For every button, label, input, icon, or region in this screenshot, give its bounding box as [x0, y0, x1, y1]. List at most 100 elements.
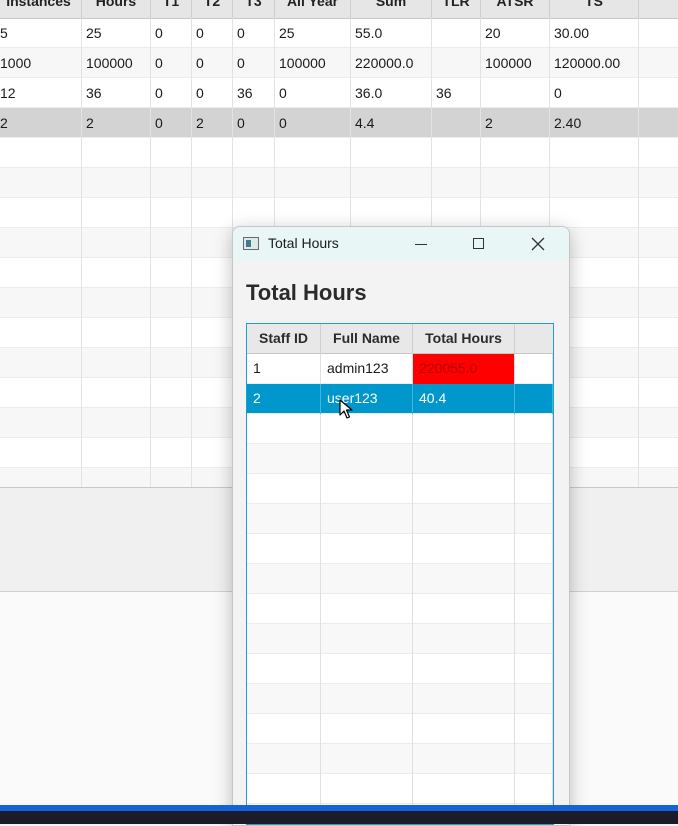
table-row[interactable]	[247, 654, 553, 684]
table-cell	[515, 384, 553, 414]
table-cell	[247, 474, 321, 504]
total-hours-table[interactable]: Staff ID Full Name Total Hours 1 admin123 22…	[246, 323, 554, 825]
table-cell: 0	[151, 48, 192, 78]
table-cell	[275, 168, 351, 198]
column-header[interactable]: Staff ID	[247, 324, 321, 354]
taskbar	[0, 811, 678, 824]
table-cell	[247, 624, 321, 654]
table-cell	[413, 444, 515, 474]
table-cell	[0, 168, 82, 198]
table-cell	[0, 228, 82, 258]
table-cell	[247, 564, 321, 594]
main-column-header[interactable]: TS	[550, 0, 639, 18]
table-row[interactable]	[0, 168, 678, 198]
table-cell	[192, 438, 233, 468]
table-row[interactable]: 5 25 0 0 0 25 55.0 20 30.00	[0, 18, 678, 48]
table-row[interactable]	[247, 444, 553, 474]
main-column-header[interactable]: Hours	[82, 0, 151, 18]
total-hours-dialog: Total Hours Total Hours Staff ID Full Nam…	[232, 226, 570, 826]
table-cell	[0, 258, 82, 288]
table-cell: 0	[233, 18, 275, 48]
table-row[interactable]	[0, 198, 678, 228]
table-cell	[432, 138, 481, 168]
table-cell	[481, 78, 550, 108]
table-cell	[321, 744, 413, 774]
minimize-button[interactable]	[399, 227, 443, 261]
table-row[interactable]	[247, 474, 553, 504]
table-cell: 40.4	[413, 384, 515, 414]
table-row[interactable]	[247, 564, 553, 594]
table-cell	[515, 354, 553, 384]
table-cell	[0, 318, 82, 348]
table-cell	[82, 408, 151, 438]
table-cell	[351, 168, 432, 198]
main-column-header[interactable]: ATSR	[481, 0, 550, 18]
table-cell	[481, 138, 550, 168]
table-cell: 36	[82, 78, 151, 108]
table-cell: 0	[151, 18, 192, 48]
table-row[interactable]: 1000 100000 0 0 0 100000 220000.0 100000 120000.…	[0, 48, 678, 78]
table-cell: 0	[233, 108, 275, 138]
close-button[interactable]	[516, 227, 560, 261]
column-header[interactable]: Full Name	[321, 324, 413, 354]
table-cell	[247, 414, 321, 444]
table-row[interactable]	[247, 504, 553, 534]
table-cell: 0	[275, 108, 351, 138]
table-cell	[413, 534, 515, 564]
table-row[interactable]	[247, 534, 553, 564]
main-column-header[interactable]: TLR	[432, 0, 481, 18]
table-cell: 30.00	[550, 18, 639, 48]
table-row[interactable]	[247, 624, 553, 654]
table-cell	[192, 468, 233, 488]
table-cell	[247, 594, 321, 624]
table-cell	[432, 48, 481, 78]
table-row[interactable]: 1 admin123 220055.0	[247, 354, 553, 384]
main-column-header[interactable]: T2	[192, 0, 233, 18]
table-cell	[550, 198, 639, 228]
table-cell	[413, 654, 515, 684]
table-cell	[151, 168, 192, 198]
table-cell	[82, 288, 151, 318]
table-cell	[151, 198, 192, 228]
table-cell: 0	[151, 78, 192, 108]
table-row[interactable]: 2 2 0 2 0 0 4.4 2 2.40	[0, 108, 678, 138]
main-column-header[interactable]: All Year	[275, 0, 351, 18]
table-cell	[515, 654, 553, 684]
table-cell: 2.40	[550, 108, 639, 138]
main-column-header[interactable]: Instances	[0, 0, 82, 18]
table-cell: 220055.0	[413, 354, 515, 384]
total-hours-table-header: Staff ID Full Name Total Hours	[247, 324, 553, 354]
table-cell	[321, 594, 413, 624]
table-row[interactable]	[247, 714, 553, 744]
main-column-header[interactable]: T3	[233, 0, 275, 18]
table-row[interactable]: 12 36 0 0 36 0 36.0 36 0	[0, 78, 678, 108]
table-cell	[233, 168, 275, 198]
table-cell	[192, 408, 233, 438]
table-row[interactable]	[0, 138, 678, 168]
table-row[interactable]: 2 user123 40.4	[247, 384, 553, 414]
table-cell	[515, 504, 553, 534]
table-cell	[515, 744, 553, 774]
table-row[interactable]	[247, 774, 553, 804]
main-column-header[interactable]: Sum	[351, 0, 432, 18]
table-cell	[82, 438, 151, 468]
column-header[interactable]: Total Hours	[413, 324, 515, 354]
mouse-cursor-icon	[339, 399, 353, 419]
table-cell	[515, 414, 553, 444]
table-row[interactable]	[247, 684, 553, 714]
table-cell	[515, 684, 553, 714]
table-row[interactable]	[247, 594, 553, 624]
table-cell	[321, 474, 413, 504]
table-cell: 2	[0, 108, 82, 138]
dialog-title-bar[interactable]: Total Hours	[233, 227, 569, 261]
table-cell	[432, 168, 481, 198]
table-cell: 55.0	[351, 18, 432, 48]
table-row[interactable]	[247, 414, 553, 444]
main-column-header[interactable]: T1	[151, 0, 192, 18]
table-cell: 20	[481, 18, 550, 48]
table-cell	[413, 594, 515, 624]
maximize-button[interactable]	[457, 227, 501, 261]
table-cell	[321, 774, 413, 804]
table-cell: 12	[0, 78, 82, 108]
table-row[interactable]	[247, 744, 553, 774]
